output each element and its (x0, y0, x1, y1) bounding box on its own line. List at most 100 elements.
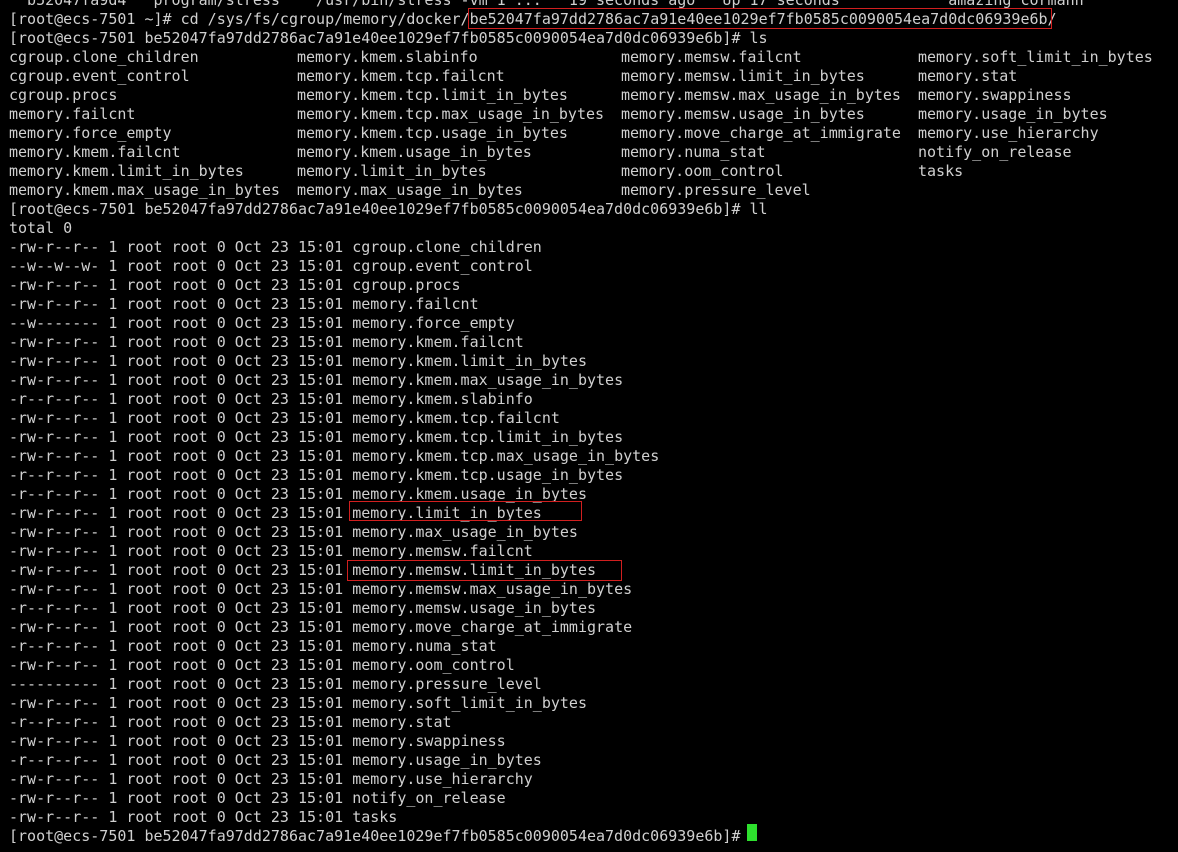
ls-entry: memory.pressure_level (621, 181, 811, 199)
ls-entry: memory.kmem.limit_in_bytes (9, 162, 244, 180)
ll-row: -r--r--r-- 1 root root 0 Oct 23 15:01 me… (9, 751, 542, 770)
file-permissions: -rw-r--r-- (9, 238, 100, 256)
ll-row: -rw-r--r-- 1 root root 0 Oct 23 15:01 ta… (9, 808, 397, 827)
ll-row: -r--r--r-- 1 root root 0 Oct 23 15:01 me… (9, 390, 533, 409)
ls-entry: memory.use_hierarchy (918, 124, 1099, 142)
ls-entry: memory.kmem.usage_in_bytes (297, 143, 532, 161)
file-name: memory.memsw.failcnt (352, 542, 533, 560)
ls-entry: memory.memsw.max_usage_in_bytes (621, 86, 901, 104)
file-metadata: 1 root root 0 Oct 23 15:01 (99, 808, 353, 826)
file-name: cgroup.event_control (352, 257, 533, 275)
file-permissions: -r--r--r-- (9, 485, 100, 503)
file-metadata: 1 root root 0 Oct 23 15:01 (99, 542, 353, 560)
container-id-path: be52047fa97dd2786ac7a91e40ee1029ef7fb058… (469, 10, 1048, 28)
file-permissions: -rw-r--r-- (9, 504, 100, 522)
ls-entry: memory.kmem.failcnt (9, 143, 181, 161)
file-metadata: 1 root root 0 Oct 23 15:01 (99, 276, 353, 294)
ls-entry: memory.usage_in_bytes (918, 105, 1108, 123)
ls-entry: memory.swappiness (918, 86, 1072, 104)
cd-trailing-slash: / (1047, 10, 1057, 28)
ls-entry: memory.memsw.failcnt (621, 48, 802, 66)
file-metadata: 1 root root 0 Oct 23 15:01 (99, 428, 353, 446)
ls-entry: memory.kmem.tcp.failcnt (297, 67, 505, 85)
ll-row: -rw-r--r-- 1 root root 0 Oct 23 15:01 me… (9, 428, 623, 447)
ll-row: -r--r--r-- 1 root root 0 Oct 23 15:01 me… (9, 713, 452, 732)
ls-entry: memory.kmem.tcp.limit_in_bytes (297, 86, 568, 104)
ll-row: -rw-r--r-- 1 root root 0 Oct 23 15:01 me… (9, 371, 623, 390)
file-permissions: -rw-r--r-- (9, 789, 100, 807)
file-metadata: 1 root root 0 Oct 23 15:01 (99, 295, 353, 313)
file-metadata: 1 root root 0 Oct 23 15:01 (99, 694, 353, 712)
file-metadata: 1 root root 0 Oct 23 15:01 (99, 561, 353, 579)
file-metadata: 1 root root 0 Oct 23 15:01 (99, 523, 353, 541)
file-name: memory.oom_control (352, 656, 515, 674)
ll-row: -r--r--r-- 1 root root 0 Oct 23 15:01 me… (9, 599, 596, 618)
cd-prompt: [root@ecs-7501 ~]# cd /sys/fs/cgroup/mem… (9, 10, 470, 28)
ll-row: -rw-r--r-- 1 root root 0 Oct 23 15:01 me… (9, 656, 515, 675)
file-name: tasks (352, 808, 398, 826)
file-name: memory.use_hierarchy (352, 770, 533, 788)
ll-row: -rw-r--r-- 1 root root 0 Oct 23 15:01 cg… (9, 276, 461, 295)
ls-entry: memory.soft_limit_in_bytes (918, 48, 1153, 66)
file-permissions: -rw-r--r-- (9, 428, 100, 446)
ll-row: -rw-r--r-- 1 root root 0 Oct 23 15:01 me… (9, 504, 542, 523)
file-name: memory.numa_stat (352, 637, 497, 655)
ll-total-line: total 0 (9, 219, 73, 237)
file-name: memory.move_charge_at_immigrate (352, 618, 633, 636)
file-metadata: 1 root root 0 Oct 23 15:01 (99, 637, 353, 655)
ll-row: --w--w--w- 1 root root 0 Oct 23 15:01 cg… (9, 257, 533, 276)
file-permissions: -rw-r--r-- (9, 580, 100, 598)
file-permissions: -rw-r--r-- (9, 409, 100, 427)
file-permissions: -rw-r--r-- (9, 770, 100, 788)
file-permissions: -r--r--r-- (9, 713, 100, 731)
file-metadata: 1 root root 0 Oct 23 15:01 (99, 751, 353, 769)
file-name: memory.memsw.limit_in_bytes (352, 561, 597, 579)
ls-entry: memory.stat (918, 67, 1018, 85)
final-prompt-line: [root@ecs-7501 be52047fa97dd2786ac7a91e4… (9, 827, 750, 845)
file-name: memory.kmem.failcnt (352, 333, 524, 351)
file-metadata: 1 root root 0 Oct 23 15:01 (99, 390, 353, 408)
file-metadata: 1 root root 0 Oct 23 15:01 (99, 485, 353, 503)
file-metadata: 1 root root 0 Oct 23 15:01 (99, 352, 353, 370)
ls-entry: cgroup.clone_children (9, 48, 199, 66)
ls-entry: memory.force_empty (9, 124, 172, 142)
file-metadata: 1 root root 0 Oct 23 15:01 (99, 238, 353, 256)
file-name: memory.stat (352, 713, 452, 731)
ls-entry: memory.memsw.limit_in_bytes (621, 67, 865, 85)
file-permissions: --w--w--w- (9, 257, 100, 275)
file-metadata: 1 root root 0 Oct 23 15:01 (99, 789, 353, 807)
terminal-cursor[interactable] (747, 824, 757, 841)
file-permissions: ---------- (9, 675, 100, 693)
file-permissions: -rw-r--r-- (9, 447, 100, 465)
ll-row: -rw-r--r-- 1 root root 0 Oct 23 15:01 me… (9, 523, 578, 542)
file-permissions: -rw-r--r-- (9, 333, 100, 351)
ll-row: -rw-r--r-- 1 root root 0 Oct 23 15:01 me… (9, 770, 533, 789)
ls-entry: memory.kmem.max_usage_in_bytes (9, 181, 280, 199)
file-metadata: 1 root root 0 Oct 23 15:01 (99, 618, 353, 636)
ls-entry: memory.max_usage_in_bytes (297, 181, 523, 199)
file-name: memory.pressure_level (352, 675, 542, 693)
ll-row: -rw-r--r-- 1 root root 0 Oct 23 15:01 me… (9, 732, 506, 751)
file-metadata: 1 root root 0 Oct 23 15:01 (99, 504, 353, 522)
file-permissions: -rw-r--r-- (9, 732, 100, 750)
terminal-window[interactable]: b52047fa9d4 "program/stress" /usr/bin/st… (0, 0, 1178, 852)
ll-row: -rw-r--r-- 1 root root 0 Oct 23 15:01 me… (9, 333, 524, 352)
file-name: memory.kmem.usage_in_bytes (352, 485, 587, 503)
file-name: memory.soft_limit_in_bytes (352, 694, 587, 712)
file-name: memory.kmem.max_usage_in_bytes (352, 371, 624, 389)
ll-row: -rw-r--r-- 1 root root 0 Oct 23 15:01 me… (9, 409, 560, 428)
file-name: cgroup.procs (352, 276, 461, 294)
file-permissions: -r--r--r-- (9, 637, 100, 655)
cd-command-line: [root@ecs-7501 ~]# cd /sys/fs/cgroup/mem… (9, 10, 1057, 29)
ll-row: --w------- 1 root root 0 Oct 23 15:01 me… (9, 314, 515, 333)
file-permissions: -r--r--r-- (9, 599, 100, 617)
file-name: memory.limit_in_bytes (352, 504, 542, 522)
file-metadata: 1 root root 0 Oct 23 15:01 (99, 732, 353, 750)
ls-entry: cgroup.event_control (9, 67, 190, 85)
file-metadata: 1 root root 0 Oct 23 15:01 (99, 770, 353, 788)
file-metadata: 1 root root 0 Oct 23 15:01 (99, 466, 353, 484)
ll-row: -r--r--r-- 1 root root 0 Oct 23 15:01 me… (9, 466, 623, 485)
file-name: memory.usage_in_bytes (352, 751, 542, 769)
ls-entry: memory.limit_in_bytes (297, 162, 487, 180)
ls-entry: memory.kmem.slabinfo (297, 48, 478, 66)
